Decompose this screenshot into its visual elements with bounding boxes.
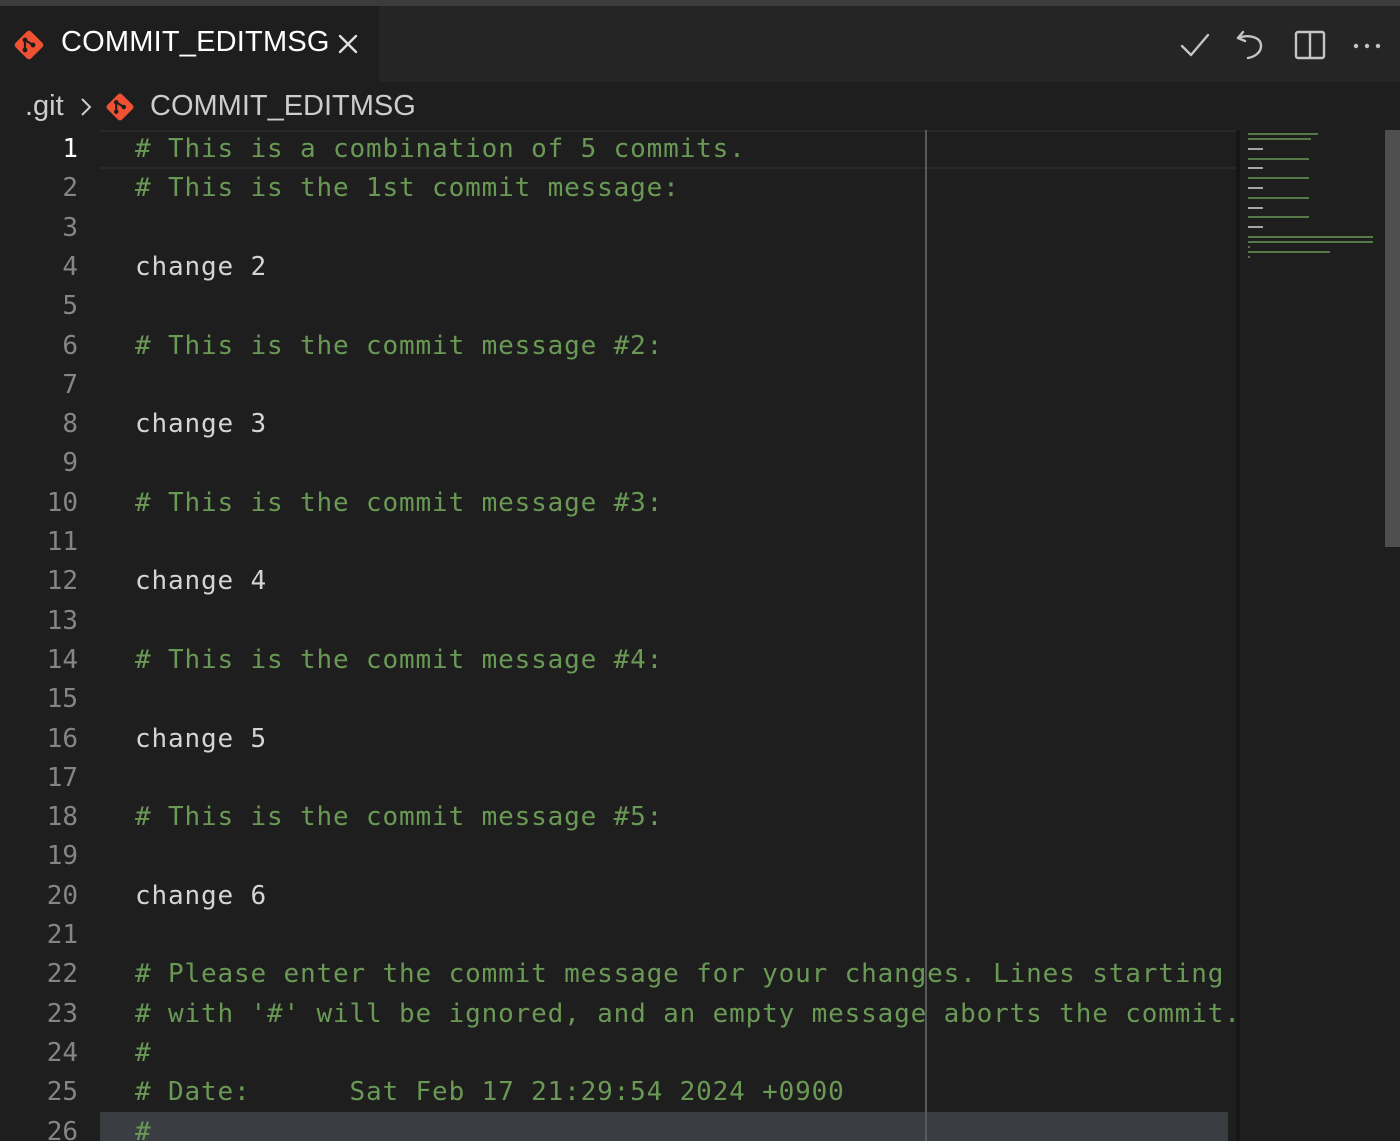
line-number: 1: [62, 134, 78, 164]
line-number: 24: [46, 1037, 78, 1068]
line-number: 20: [46, 880, 78, 911]
line-number: 9: [62, 448, 78, 479]
comment-line: # This is the commit message #3:: [135, 487, 664, 518]
more-icon[interactable]: [1350, 28, 1384, 62]
comment-line: # This is the commit message #4:: [135, 644, 664, 675]
line-number: 6: [62, 330, 78, 361]
minimap-line: [1248, 245, 1250, 248]
line-number: 17: [46, 762, 78, 793]
line-number: 2: [62, 173, 78, 204]
line-number: 10: [46, 487, 78, 518]
code-line: change 3: [135, 409, 268, 440]
line-number: 19: [46, 841, 78, 872]
line-number: 12: [46, 566, 78, 597]
line-number: 13: [46, 605, 78, 636]
close-icon[interactable]: [334, 30, 362, 58]
breadcrumb-file[interactable]: COMMIT_EDITMSG: [150, 90, 416, 123]
undo-icon[interactable]: [1235, 28, 1269, 62]
minimap-line: [1248, 167, 1264, 170]
minimap-line: [1248, 235, 1373, 238]
column-ruler: [925, 130, 927, 1141]
line-number: 14: [46, 644, 78, 675]
tab-commit-editmsg[interactable]: COMMIT_EDITMSG: [0, 6, 379, 82]
code-line: change 6: [135, 880, 268, 911]
line-number: 4: [62, 251, 78, 282]
code-line: change 4: [135, 566, 268, 597]
minimap-line: [1248, 255, 1250, 258]
minimap[interactable]: [1240, 130, 1385, 1141]
comment-line: #: [135, 1037, 152, 1068]
split-editor-icon[interactable]: [1293, 28, 1327, 62]
line-26-highlight: [100, 1112, 1228, 1141]
line-number: 5: [62, 291, 78, 322]
minimap-line: [1248, 157, 1309, 160]
minimap-line: [1248, 250, 1330, 253]
line-number: 3: [62, 212, 78, 243]
line-number: 7: [62, 369, 78, 400]
line-number: 25: [46, 1077, 78, 1108]
tab-title: COMMIT_EDITMSG: [61, 26, 330, 58]
minimap-line: [1248, 177, 1309, 180]
git-file-icon: [106, 93, 134, 121]
minimap-line: [1248, 147, 1264, 150]
code-line: change 2: [135, 251, 268, 282]
minimap-line: [1248, 226, 1264, 229]
line-number: 21: [46, 920, 78, 950]
line-number: 15: [46, 684, 78, 715]
comment-line: # This is the 1st commit message:: [135, 173, 680, 204]
line-number: 18: [46, 802, 78, 833]
comment-line: # This is a combination of 5 commits.: [135, 134, 746, 164]
minimap-line: [1248, 240, 1373, 243]
minimap-line: [1248, 206, 1264, 209]
line-number: 26: [46, 1116, 78, 1141]
tab-bar: COMMIT_EDITMSG: [0, 6, 1400, 82]
line-number: 8: [62, 409, 78, 440]
code-editor[interactable]: 1 2 3 4 5 6 7 8 9 10 11 12 13 14 15 16 17 18 19 20 21 22 23 24 2…: [0, 130, 1400, 1141]
chevron-right-icon: [81, 98, 92, 116]
breadcrumb-folder[interactable]: .git: [25, 90, 64, 123]
minimap-line: [1248, 216, 1309, 219]
minimap-line: [1248, 186, 1264, 189]
comment-line: # This is the commit message #2:: [135, 330, 664, 361]
breadcrumb: .git COMMIT_EDITMSG: [0, 82, 1400, 130]
line-number: 23: [46, 998, 78, 1029]
line-number: 16: [46, 723, 78, 754]
comment-line: #: [135, 1116, 152, 1141]
minimap-line: [1248, 133, 1319, 135]
git-file-icon: [14, 30, 44, 60]
minimap-line: [1248, 196, 1309, 199]
code-line: change 5: [135, 723, 268, 754]
minimap-line: [1248, 137, 1311, 140]
comment-line: # with '#' will be ignored, and an empty…: [135, 998, 1241, 1029]
vertical-scrollbar[interactable]: [1385, 130, 1400, 547]
comment-line: # Please enter the commit message for yo…: [135, 959, 1225, 990]
line-number: 11: [46, 527, 78, 557]
line-number: 22: [46, 959, 78, 990]
comment-line: # This is the commit message #5:: [135, 802, 664, 833]
checkmark-icon[interactable]: [1178, 28, 1212, 62]
comment-line: # Date: Sat Feb 17 21:29:54 2024 +0900: [135, 1077, 845, 1108]
